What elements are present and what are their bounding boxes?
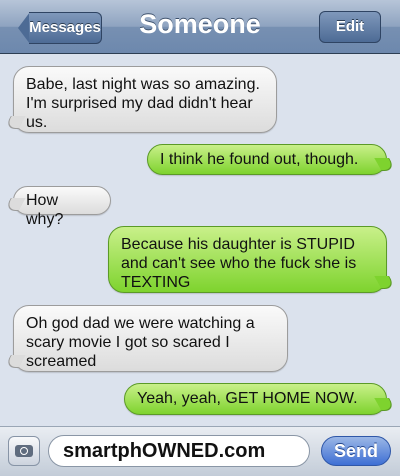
incoming-message-bubble: Oh god dad we were watching a scary movi… — [13, 305, 288, 372]
outgoing-message-bubble: Yeah, yeah, GET HOME NOW. — [124, 383, 387, 415]
incoming-message-bubble: Babe, last night was so amazing. I'm sur… — [13, 66, 277, 133]
camera-button[interactable] — [8, 436, 40, 466]
edit-button[interactable]: Edit — [319, 11, 381, 43]
incoming-message-bubble: How why? — [13, 186, 111, 228]
camera-icon — [15, 445, 33, 457]
message-input[interactable]: smartphOWNED.com — [48, 435, 310, 467]
message-composer: smartphOWNED.com Send — [0, 426, 400, 476]
outgoing-message-bubble: I think he found out, though. — [147, 144, 387, 175]
messages-app: Messages Someone Edit Babe, last night w… — [0, 0, 400, 476]
outgoing-message-bubble: Because his daughter is STUPID and can't… — [108, 226, 387, 293]
navigation-bar: Messages Someone Edit — [0, 0, 400, 54]
send-button[interactable]: Send — [321, 436, 391, 466]
